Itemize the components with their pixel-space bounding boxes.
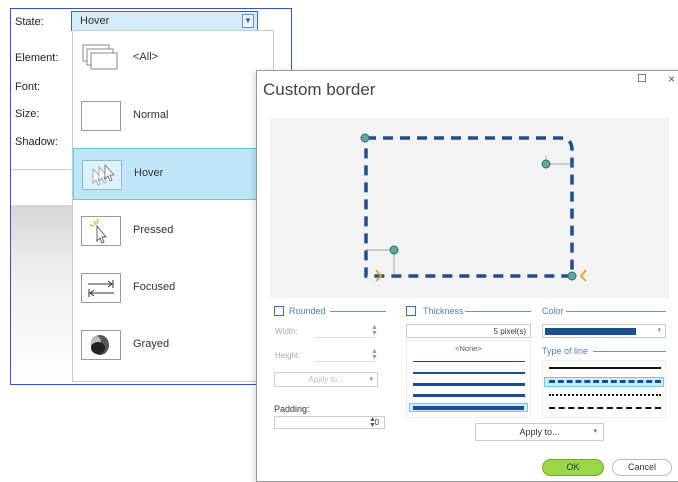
apply-to-button[interactable]: Apply to... ▾ <box>475 423 604 441</box>
line-type-dotted[interactable] <box>549 394 661 396</box>
radius-handle <box>541 159 551 169</box>
dropdown-item-focused[interactable]: Focused <box>73 262 273 314</box>
height-label: Height: <box>275 351 301 360</box>
chevron-down-icon: ▾ <box>657 327 661 334</box>
color-label: Color <box>542 306 564 316</box>
thickness-checkbox[interactable] <box>406 306 416 316</box>
shadow-label: Shadow: <box>15 136 58 148</box>
height-stepper[interactable]: ▲ ▼ <box>371 348 378 361</box>
chevron-down-icon: ▾ <box>593 428 597 435</box>
state-label: State: <box>15 16 44 28</box>
pressed-state-icon <box>81 216 121 246</box>
focused-state-icon <box>81 273 121 303</box>
width-field[interactable] <box>315 324 375 338</box>
thickness-option[interactable] <box>413 394 525 397</box>
state-select-value: Hover <box>80 15 110 27</box>
dropdown-item-label: Focused <box>133 281 176 293</box>
dropdown-item-hover[interactable]: Hover <box>73 148 273 200</box>
padding-label: Padding: <box>274 404 310 414</box>
thickness-option[interactable] <box>413 372 525 374</box>
all-states-icon <box>81 43 121 73</box>
size-label: Size: <box>15 108 40 120</box>
dropdown-item-label: Hover <box>134 167 164 179</box>
ok-button[interactable]: OK <box>542 459 604 476</box>
chevron-down-icon[interactable]: ▼ <box>242 14 254 28</box>
type-of-line-label: Type of line <box>542 346 589 356</box>
radius-handle <box>389 245 399 255</box>
corner-handle <box>360 133 370 143</box>
height-field[interactable] <box>315 348 375 362</box>
grayed-state-icon <box>81 330 121 360</box>
hover-state-icon <box>82 160 122 190</box>
thickness-option-selected[interactable] <box>409 403 528 412</box>
maximize-icon[interactable]: ☐ <box>637 72 647 85</box>
panel-divider <box>11 169 75 170</box>
dropdown-item-grayed[interactable]: Grayed <box>73 319 273 371</box>
state-select[interactable]: Hover ▼ <box>71 11 258 31</box>
rounded-label: Rounded <box>289 306 326 316</box>
apply-to-rounded-label: Apply to... <box>308 375 344 384</box>
thickness-field[interactable]: 5 pixel(s) <box>406 324 531 338</box>
width-stepper[interactable]: ▲ ▼ <box>371 324 378 337</box>
thickness-option[interactable] <box>413 383 525 386</box>
section-divider <box>465 311 531 312</box>
dropdown-item-label: <All> <box>133 51 159 63</box>
apply-to-rounded-button[interactable]: Apply to... ▾ <box>274 372 378 387</box>
color-picker[interactable]: ▾ <box>542 324 666 338</box>
normal-state-icon <box>81 101 121 131</box>
thickness-option[interactable] <box>413 361 525 362</box>
dropdown-item-label: Grayed <box>133 338 170 350</box>
dropdown-item-label: Normal <box>133 109 169 121</box>
apply-to-label: Apply to... <box>519 427 560 437</box>
custom-border-dialog: Custom border ☐ × Rounded Width: ▲ ▼ Heig… <box>256 70 678 482</box>
rounded-checkbox[interactable] <box>274 306 284 316</box>
close-icon[interactable]: × <box>668 72 675 86</box>
corner-handle <box>567 271 577 281</box>
line-type-solid[interactable] <box>549 367 661 369</box>
border-preview[interactable] <box>270 118 669 298</box>
font-label: Font: <box>15 81 41 93</box>
thickness-label: Thickness <box>423 306 464 316</box>
thickness-none-option[interactable]: <None> <box>407 344 530 353</box>
section-divider <box>593 351 666 352</box>
cancel-button[interactable]: Cancel <box>612 459 672 476</box>
panel-background <box>11 205 75 383</box>
dropdown-item-normal[interactable]: Normal <box>73 90 273 142</box>
chevron-down-icon: ▾ <box>369 376 373 383</box>
dropdown-item-label: Pressed <box>133 224 174 236</box>
line-type-list[interactable] <box>542 360 666 418</box>
state-dropdown-list[interactable]: <All> Normal Hover Pressed Focused Graye… <box>72 30 274 382</box>
line-type-dashed[interactable] <box>549 380 661 383</box>
thickness-list[interactable]: <None> <box>406 340 531 418</box>
color-swatch <box>545 328 636 335</box>
element-label: Element: <box>15 52 59 64</box>
section-divider <box>566 311 666 312</box>
width-label: Width: <box>275 327 298 336</box>
thickness-value: 5 pixel(s) <box>493 327 526 336</box>
dropdown-item-all[interactable]: <All> <box>73 32 273 84</box>
padding-stepper[interactable]: ▲ ▼ <box>369 416 376 429</box>
dialog-title: Custom border <box>263 80 376 99</box>
section-divider <box>330 311 386 312</box>
line-type-dash-dot[interactable] <box>549 407 661 409</box>
dropdown-item-pressed[interactable]: Pressed <box>73 205 273 257</box>
